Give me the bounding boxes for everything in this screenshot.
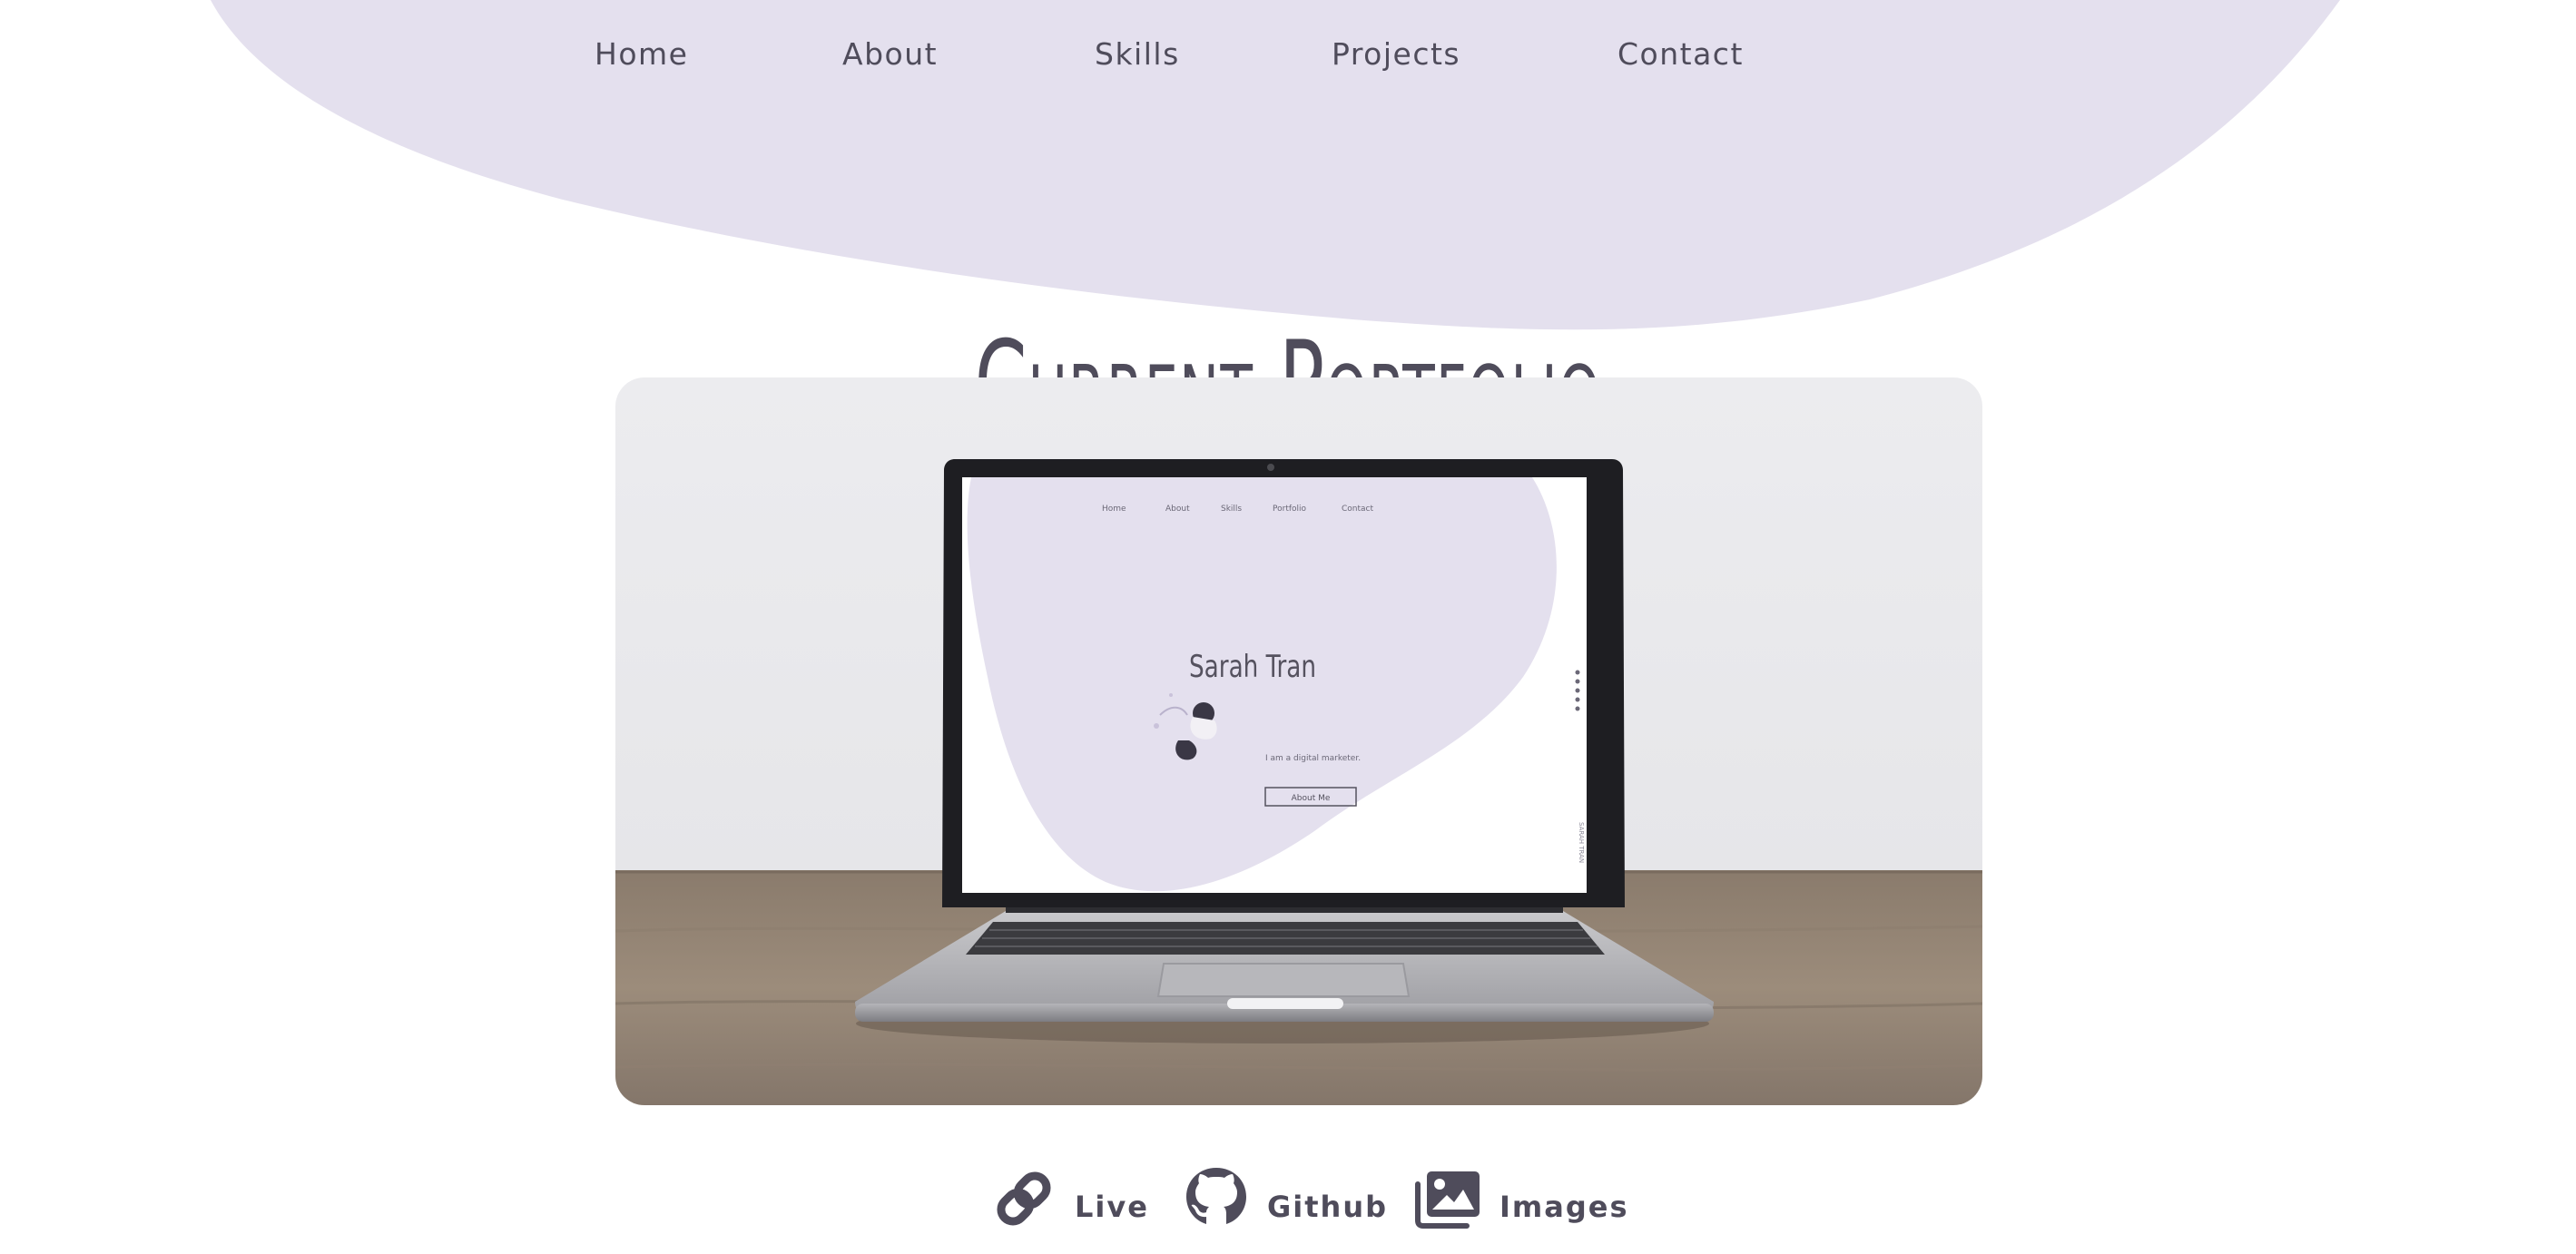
- nav-link-contact[interactable]: Contact: [1617, 27, 1744, 82]
- nav-link-skills[interactable]: Skills: [1095, 27, 1180, 82]
- preview-nav-skills: Skills: [1221, 505, 1242, 514]
- images-link-label: Images: [1499, 1190, 1629, 1224]
- preview-side-text: SARAH TRAN: [1578, 822, 1585, 863]
- live-link[interactable]: Live: [989, 1158, 1149, 1239]
- portfolio-preview-image: Home About Skills Portfolio Contact Sara…: [615, 377, 1982, 1105]
- github-icon: [1182, 1164, 1251, 1233]
- link-icon: [989, 1164, 1058, 1233]
- preview-nav-about: About: [1165, 505, 1190, 514]
- preview-about-button-label: About Me: [1292, 794, 1331, 803]
- github-link[interactable]: Github: [1182, 1158, 1388, 1239]
- github-link-label: Github: [1267, 1190, 1388, 1224]
- preview-nav-home: Home: [1102, 505, 1126, 514]
- preview-tagline: I am a digital marketer.: [1265, 754, 1361, 763]
- preview-nav-portfolio: Portfolio: [1273, 505, 1307, 514]
- live-link-label: Live: [1075, 1190, 1149, 1224]
- project-links: Live Github Images: [0, 1158, 2576, 1239]
- nav-link-about[interactable]: About: [842, 27, 938, 82]
- images-link[interactable]: Images: [1414, 1158, 1629, 1239]
- preview-nav-contact: Contact: [1342, 505, 1373, 514]
- nav-link-projects[interactable]: Projects: [1332, 27, 1460, 82]
- main-nav: Home About Skills Projects Contact: [0, 27, 2576, 82]
- preview-name: Sarah Tran: [1189, 649, 1316, 685]
- nav-link-home[interactable]: Home: [595, 27, 688, 82]
- images-icon: [1414, 1164, 1483, 1233]
